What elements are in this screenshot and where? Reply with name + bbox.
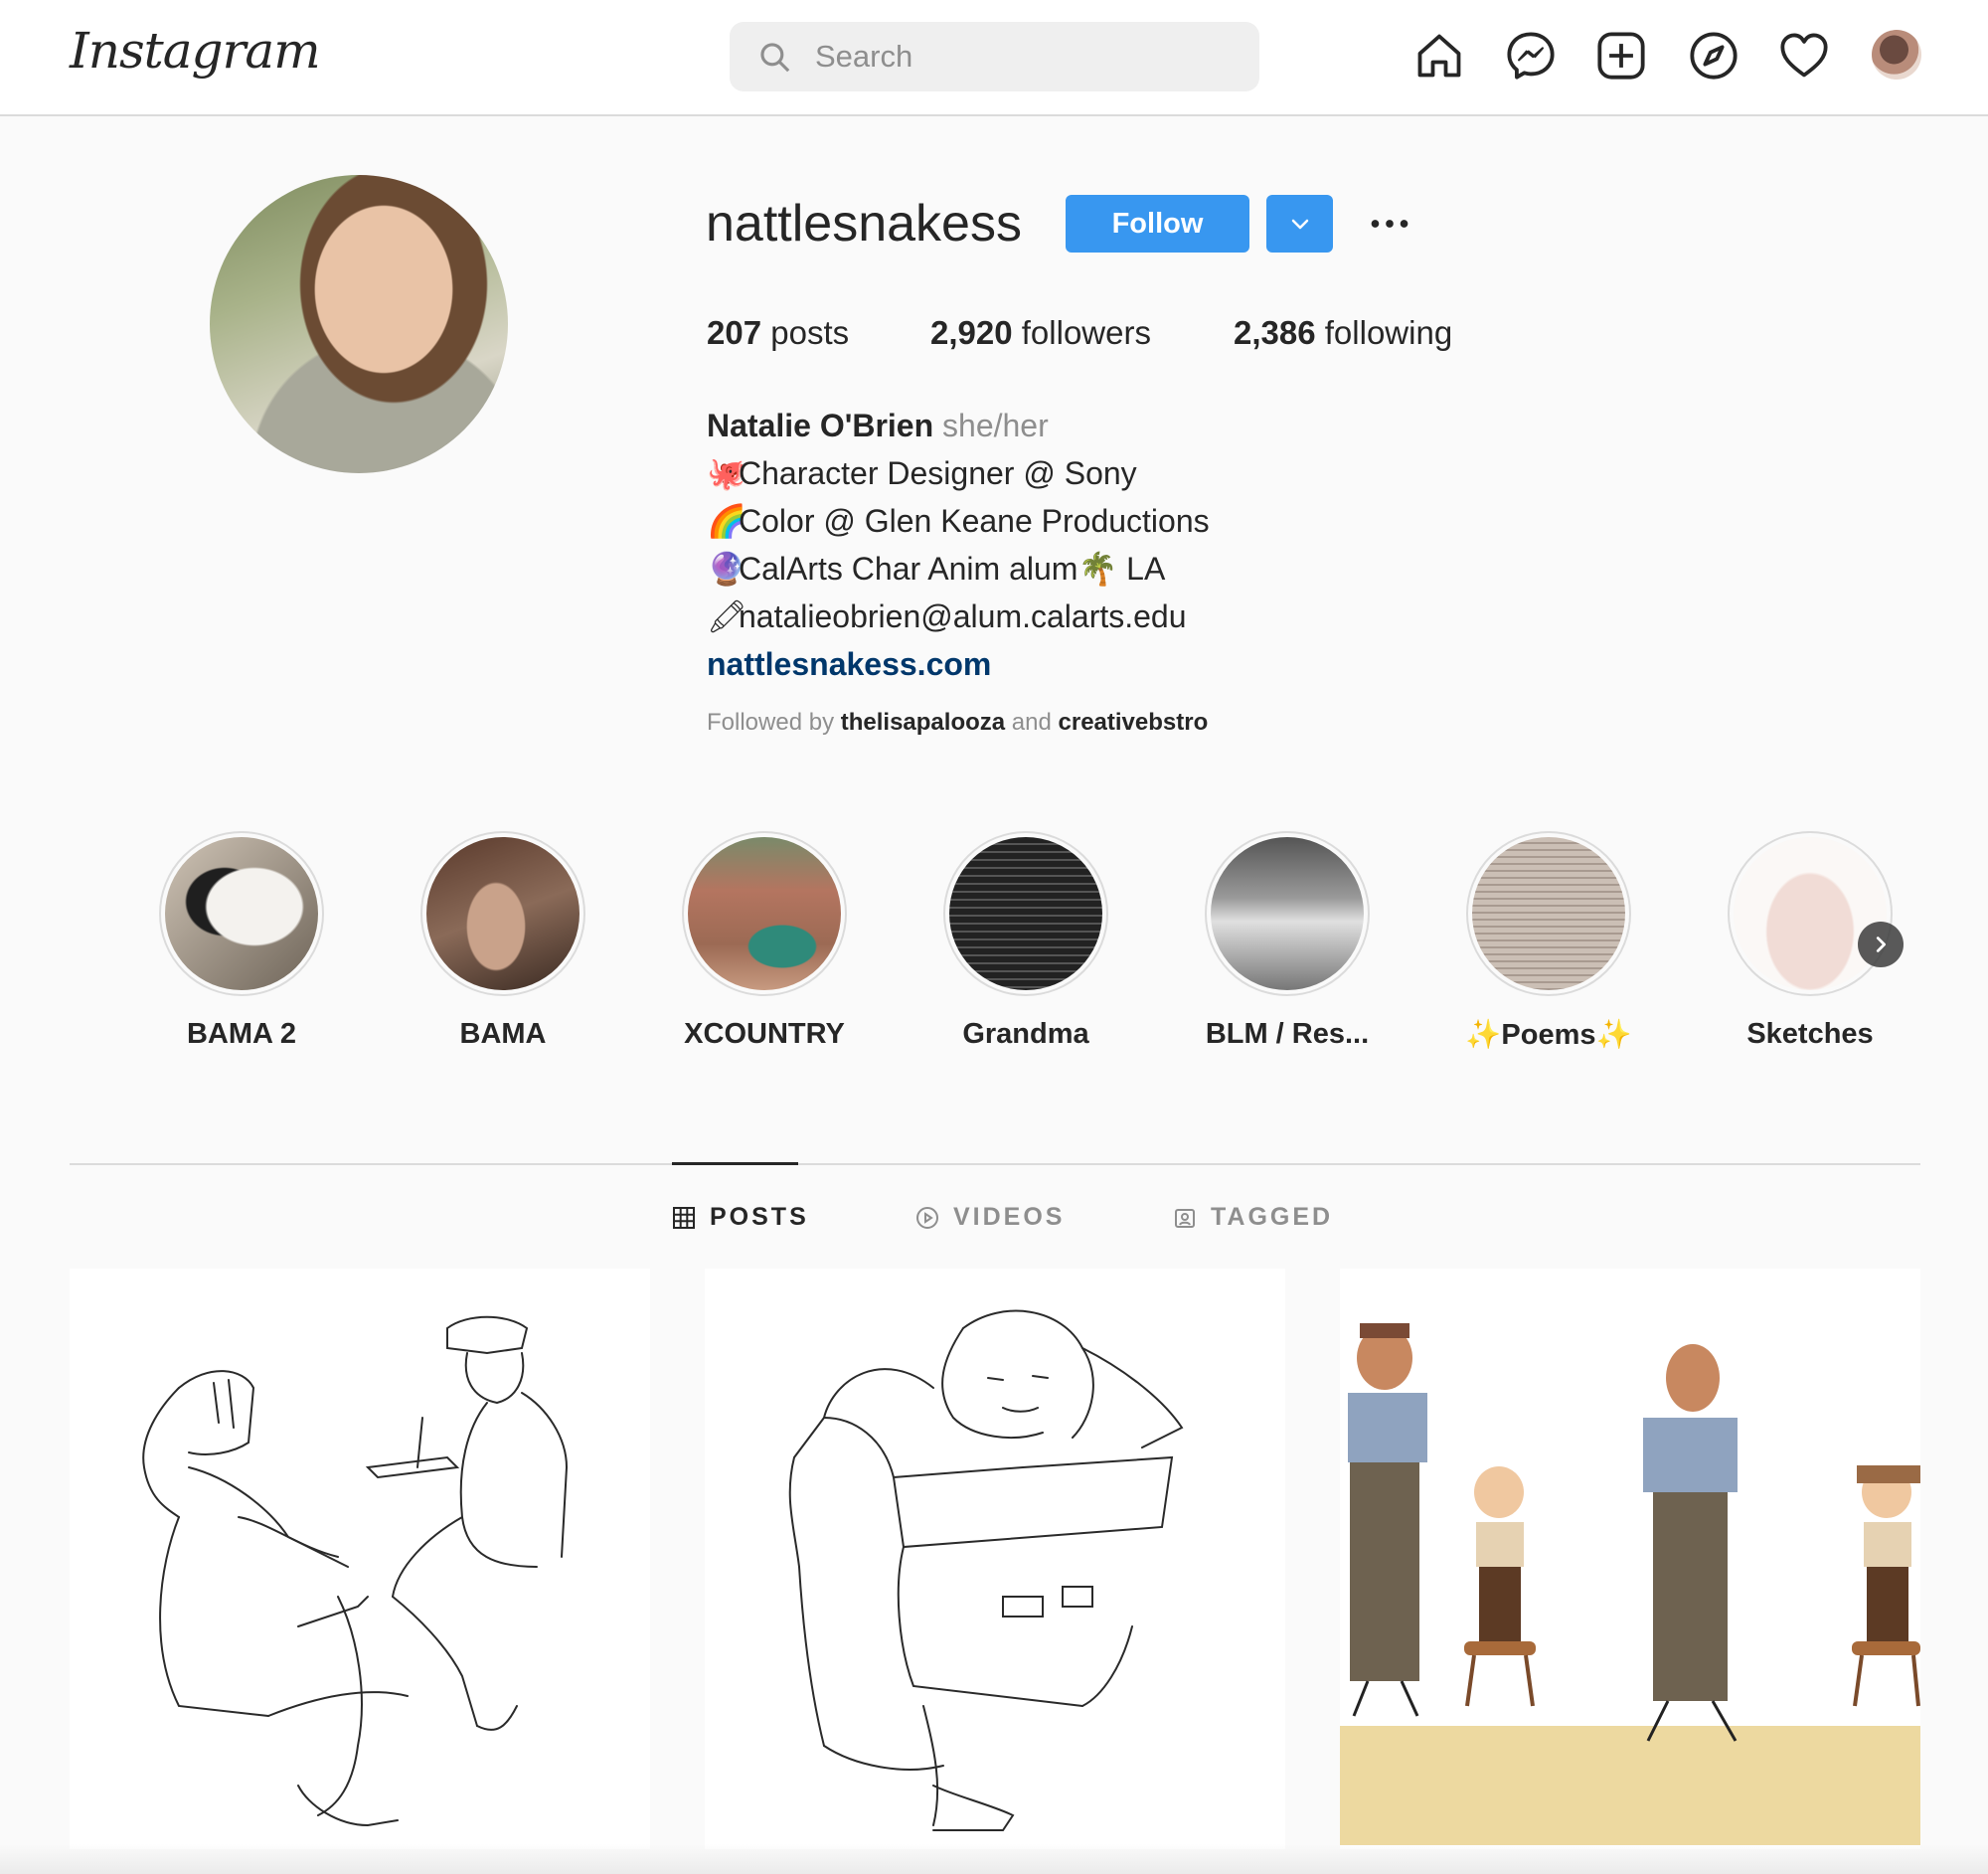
- website-link[interactable]: nattlesnakess.com: [707, 646, 991, 682]
- active-tab-indicator: [672, 1162, 798, 1165]
- posts-count: 207 posts: [707, 314, 850, 351]
- followers-count[interactable]: 2,920 followers: [930, 314, 1151, 352]
- chevron-right-icon: [1876, 937, 1887, 952]
- home-icon[interactable]: [1413, 30, 1465, 82]
- top-navigation-bar: Instagram: [0, 0, 1988, 116]
- bottom-fade: [0, 1844, 1988, 1874]
- more-options-button[interactable]: [1364, 199, 1415, 249]
- story-highlight[interactable]: BLM / Res...: [1203, 831, 1372, 1051]
- crayon-emoji: 🖍: [707, 598, 747, 634]
- sketch-artwork: [788, 1309, 1184, 1831]
- highlight-cover: [1734, 837, 1887, 990]
- explore-icon[interactable]: [1688, 30, 1740, 82]
- profile-username: nattlesnakess: [706, 195, 1022, 253]
- mutual-follower-link[interactable]: thelisapalooza: [841, 709, 1005, 736]
- story-highlight[interactable]: Grandma: [941, 831, 1110, 1051]
- grid-icon: [673, 1206, 695, 1229]
- tab-videos[interactable]: VIDEOS: [915, 1203, 1065, 1232]
- search-icon: [760, 43, 790, 73]
- post-thumbnail[interactable]: [1340, 1269, 1920, 1849]
- tab-posts[interactable]: POSTS: [672, 1203, 809, 1232]
- sketch-artwork: [142, 1315, 569, 1827]
- following-count[interactable]: 2,386 following: [1234, 314, 1452, 352]
- story-highlight[interactable]: BAMA 2: [157, 831, 326, 1051]
- highlights-next-button[interactable]: [1858, 922, 1904, 967]
- account-avatar[interactable]: [1872, 30, 1921, 80]
- story-highlight[interactable]: BAMA: [418, 831, 587, 1051]
- profile-picture[interactable]: [210, 175, 508, 473]
- instagram-logo[interactable]: Instagram: [70, 22, 321, 80]
- highlight-cover: [949, 837, 1102, 990]
- play-circle-icon: [916, 1206, 938, 1229]
- highlight-cover: [688, 837, 841, 990]
- story-highlight[interactable]: ✨Poems✨: [1464, 831, 1633, 1052]
- mutual-follower-link[interactable]: creativebstro: [1059, 709, 1209, 736]
- octopus-emoji: 🐙: [707, 455, 746, 491]
- follow-button[interactable]: Follow: [1066, 195, 1249, 253]
- highlight-cover: [165, 837, 318, 990]
- more-options-icon: [1371, 220, 1408, 228]
- bio-line: 🌈Color @ Glen Keane Productions: [707, 497, 1210, 545]
- bio-line: 🔮CalArts Char Anim alum🌴 LA: [707, 545, 1210, 593]
- tabs-divider: [70, 1163, 1920, 1165]
- tagged-user-icon: [1175, 1208, 1195, 1228]
- crystal-ball-emoji: 🔮: [707, 551, 746, 587]
- highlight-cover: [1472, 837, 1625, 990]
- story-highlight[interactable]: XCOUNTRY: [680, 831, 849, 1051]
- followed-by-text: Followed by thelisapalooza and creativeb…: [707, 709, 1209, 736]
- bio-line: 🐙Character Designer @ Sony: [707, 449, 1210, 497]
- messenger-icon[interactable]: [1505, 30, 1557, 82]
- profile-bio: Natalie O'Brien she/her 🐙Character Desig…: [707, 402, 1210, 688]
- bio-name-line: Natalie O'Brien she/her: [707, 402, 1210, 449]
- search-box[interactable]: [730, 22, 1259, 91]
- character-lineup-artwork: [1340, 1323, 1920, 1845]
- search-input[interactable]: [813, 38, 1235, 76]
- highlight-cover: [426, 837, 580, 990]
- chevron-down-icon: [1291, 219, 1308, 230]
- post-thumbnail[interactable]: [705, 1269, 1285, 1849]
- suggested-accounts-dropdown-button[interactable]: [1266, 195, 1333, 253]
- bio-line: 🖍natalieobrien@alum.calarts.edu: [707, 593, 1210, 640]
- tab-tagged[interactable]: TAGGED: [1173, 1203, 1333, 1232]
- highlight-cover: [1211, 837, 1364, 990]
- pronouns: she/her: [942, 408, 1049, 443]
- new-post-icon[interactable]: [1595, 30, 1647, 82]
- activity-heart-icon[interactable]: [1778, 30, 1830, 82]
- full-name: Natalie O'Brien: [707, 408, 934, 443]
- post-thumbnail[interactable]: [70, 1269, 650, 1849]
- rainbow-emoji: 🌈: [707, 503, 746, 539]
